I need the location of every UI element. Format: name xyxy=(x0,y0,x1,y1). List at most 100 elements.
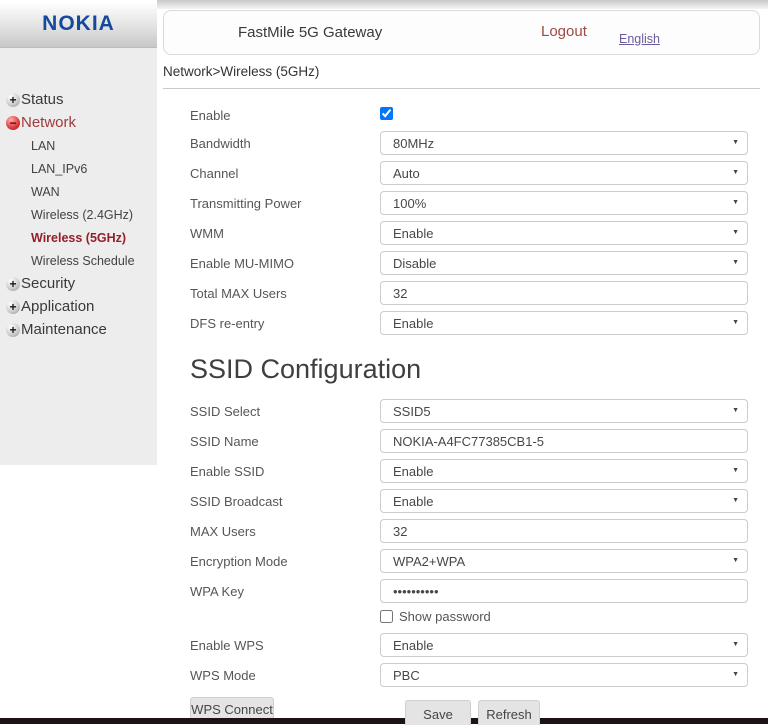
show-password-row: Show password xyxy=(163,608,760,625)
form-row: Enable MU-MIMO Disable ▼ xyxy=(163,248,760,278)
field-label: Enable xyxy=(163,108,380,123)
ssid-form: SSID Select SSID5 ▼ SSID Name Enable SSI… xyxy=(163,396,760,722)
channel-select[interactable]: Auto ▼ xyxy=(380,161,748,185)
save-button[interactable]: Save xyxy=(405,700,471,725)
field-label: WPA Key xyxy=(163,584,380,599)
enable-wps-select[interactable]: Enable ▼ xyxy=(380,633,748,657)
dropdown-arrow-icon: ▼ xyxy=(732,169,739,176)
dfs-re-entry-select[interactable]: Enable ▼ xyxy=(380,311,748,335)
field-label: Total MAX Users xyxy=(163,286,380,301)
bandwidth-select[interactable]: 80MHz ▼ xyxy=(380,131,748,155)
form-row: WMM Enable ▼ xyxy=(163,218,760,248)
sidebar-item-maintenance[interactable]: + Maintenance xyxy=(0,318,157,341)
breadcrumb: Network>Wireless (5GHz) xyxy=(163,64,760,80)
form-row: Encryption Mode WPA2+WPA ▼ xyxy=(163,546,760,576)
max-users-input[interactable] xyxy=(380,519,748,543)
form-row: WPS Mode PBC ▼ xyxy=(163,660,760,690)
wps-mode-select[interactable]: PBC ▼ xyxy=(380,663,748,687)
ssid-broadcast-select[interactable]: Enable ▼ xyxy=(380,489,748,513)
field-label: WPS Mode xyxy=(163,668,380,683)
dropdown-arrow-icon: ▼ xyxy=(732,199,739,206)
show-password-checkbox[interactable] xyxy=(380,610,393,623)
field-label: Enable SSID xyxy=(163,464,380,479)
sidebar-item-lan-ipv6[interactable]: LAN_IPv6 xyxy=(0,157,157,180)
dropdown-arrow-icon: ▼ xyxy=(732,467,739,474)
expand-plus-icon[interactable]: + xyxy=(6,300,20,314)
sidebar-item-security[interactable]: + Security xyxy=(0,272,157,295)
form-row: Enable SSID Enable ▼ xyxy=(163,456,760,486)
form-row: Channel Auto ▼ xyxy=(163,158,760,188)
form-row: Transmitting Power 100% ▼ xyxy=(163,188,760,218)
field-label: Transmitting Power xyxy=(163,196,380,211)
dropdown-arrow-icon: ▼ xyxy=(732,497,739,504)
dropdown-arrow-icon: ▼ xyxy=(732,139,739,146)
dropdown-arrow-icon: ▼ xyxy=(732,671,739,678)
form-row: Total MAX Users xyxy=(163,278,760,308)
sidebar-item-application[interactable]: + Application xyxy=(0,295,157,318)
form-row: DFS re-entry Enable ▼ xyxy=(163,308,760,338)
form-row: Bandwidth 80MHz ▼ xyxy=(163,128,760,158)
collapse-minus-icon[interactable]: − xyxy=(6,116,20,130)
wpa-key-input[interactable] xyxy=(380,579,748,603)
field-label: MAX Users xyxy=(163,524,380,539)
dropdown-arrow-icon: ▼ xyxy=(732,557,739,564)
ssid-configuration-heading: SSID Configuration xyxy=(163,354,760,385)
footer-buttons: Save Refresh xyxy=(405,700,540,725)
sidebar-item-network[interactable]: − Network xyxy=(0,111,157,134)
page-title: FastMile 5G Gateway xyxy=(238,24,382,41)
field-label: Encryption Mode xyxy=(163,554,380,569)
sidebar-item-wireless-24ghz[interactable]: Wireless (2.4GHz) xyxy=(0,203,157,226)
logout-link[interactable]: Logout xyxy=(541,23,587,40)
form-row: Enable WPS Enable ▼ xyxy=(163,630,760,660)
field-label: Enable MU-MIMO xyxy=(163,256,380,271)
enable-checkbox[interactable] xyxy=(380,107,393,120)
form-row: SSID Select SSID5 ▼ xyxy=(163,396,760,426)
sidebar-item-wan[interactable]: WAN xyxy=(0,180,157,203)
form-row: MAX Users xyxy=(163,516,760,546)
transmitting-power-select[interactable]: 100% ▼ xyxy=(380,191,748,215)
refresh-button[interactable]: Refresh xyxy=(478,700,540,725)
sidebar-item-wireless-schedule[interactable]: Wireless Schedule xyxy=(0,249,157,272)
page: NOKIA FastMile 5G Gateway Logout English… xyxy=(0,0,768,725)
form-row: WPA Key xyxy=(163,576,760,606)
encryption-mode-select[interactable]: WPA2+WPA ▼ xyxy=(380,549,748,573)
expand-plus-icon[interactable]: + xyxy=(6,277,20,291)
field-label: Enable WPS xyxy=(163,638,380,653)
sidebar-item-status[interactable]: + Status xyxy=(0,88,157,111)
dropdown-arrow-icon: ▼ xyxy=(732,319,739,326)
wmm-select[interactable]: Enable ▼ xyxy=(380,221,748,245)
field-label: SSID Broadcast xyxy=(163,494,380,509)
top-strip xyxy=(157,0,768,9)
field-label: Bandwidth xyxy=(163,136,380,151)
sidebar-item-wireless-5ghz[interactable]: Wireless (5GHz) xyxy=(0,226,157,249)
form-row: Enable xyxy=(163,103,760,128)
ssid-select[interactable]: SSID5 ▼ xyxy=(380,399,748,423)
expand-plus-icon[interactable]: + xyxy=(6,323,20,337)
form-row: SSID Broadcast Enable ▼ xyxy=(163,486,760,516)
sidebar-item-lan[interactable]: LAN xyxy=(0,134,157,157)
dropdown-arrow-icon: ▼ xyxy=(732,641,739,648)
field-label: SSID Select xyxy=(163,404,380,419)
field-label: WMM xyxy=(163,226,380,241)
dropdown-arrow-icon: ▼ xyxy=(732,259,739,266)
sidebar: + Status − Network LAN LAN_IPv6 WAN Wire… xyxy=(0,48,157,465)
expand-plus-icon[interactable]: + xyxy=(6,93,20,107)
header: FastMile 5G Gateway Logout English xyxy=(163,10,760,55)
field-label: Channel xyxy=(163,166,380,181)
ssid-name-input[interactable] xyxy=(380,429,748,453)
nokia-logo: NOKIA xyxy=(42,12,115,36)
field-label: SSID Name xyxy=(163,434,380,449)
brand-band: NOKIA xyxy=(0,0,157,48)
mu-mimo-select[interactable]: Disable ▼ xyxy=(380,251,748,275)
show-password-label: Show password xyxy=(399,609,491,624)
bottom-bar xyxy=(0,718,768,724)
dropdown-arrow-icon: ▼ xyxy=(732,407,739,414)
divider xyxy=(163,88,760,89)
total-max-users-input[interactable] xyxy=(380,281,748,305)
language-link[interactable]: English xyxy=(619,32,660,46)
enable-ssid-select[interactable]: Enable ▼ xyxy=(380,459,748,483)
main-content: Network>Wireless (5GHz) Enable Bandwidth… xyxy=(163,56,760,722)
dropdown-arrow-icon: ▼ xyxy=(732,229,739,236)
wireless-form: Enable Bandwidth 80MHz ▼ Channel Auto xyxy=(163,103,760,338)
form-row: SSID Name xyxy=(163,426,760,456)
